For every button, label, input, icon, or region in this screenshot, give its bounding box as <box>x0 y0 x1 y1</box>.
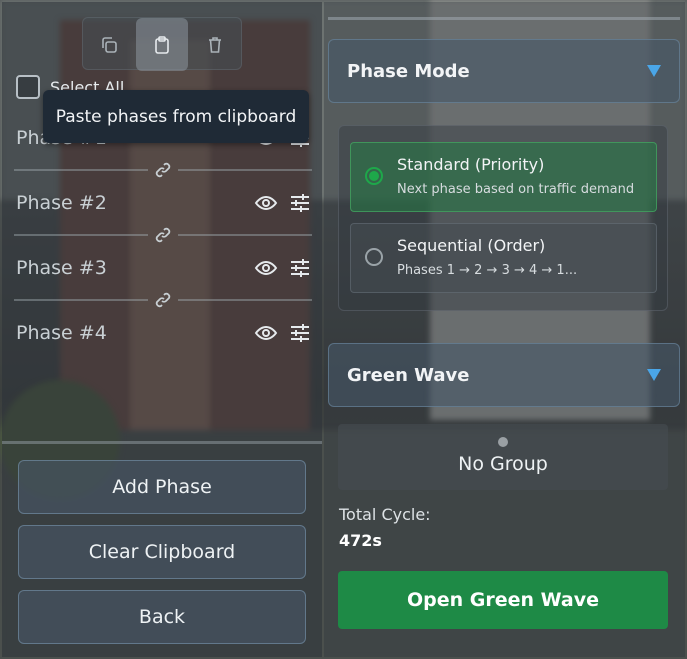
phase-link[interactable] <box>14 162 312 178</box>
paste-tooltip: Paste phases from clipboard <box>43 90 309 143</box>
divider <box>328 17 680 20</box>
caret-down-icon <box>647 369 661 381</box>
phase-row[interactable]: Phase #2 <box>16 188 312 218</box>
phase-label: Phase #3 <box>16 257 107 279</box>
radio-unselected[interactable] <box>365 248 383 266</box>
copy-button[interactable] <box>83 18 136 71</box>
sliders-icon[interactable] <box>288 191 312 215</box>
phase-row[interactable]: Phase #4 <box>16 318 312 348</box>
phase-link[interactable] <box>14 227 312 243</box>
phase-mode-options: Standard (Priority) Next phase based on … <box>338 125 668 311</box>
green-wave-title: Green Wave <box>347 364 470 386</box>
caret-down-icon <box>647 65 661 77</box>
total-cycle-label: Total Cycle: <box>339 505 431 524</box>
phase-mode-title: Phase Mode <box>347 60 470 82</box>
select-all-checkbox[interactable] <box>16 75 40 99</box>
status-dot-icon <box>498 437 508 447</box>
radio-selected[interactable] <box>365 167 383 185</box>
trash-icon <box>208 36 221 53</box>
delete-button[interactable] <box>188 18 241 71</box>
clear-clipboard-button[interactable]: Clear Clipboard <box>18 525 306 579</box>
phase-mode-dropdown[interactable]: Phase Mode <box>328 39 680 103</box>
clipboard-icon <box>155 35 169 54</box>
sliders-icon[interactable] <box>288 256 312 280</box>
option-sequential[interactable]: Sequential (Order) Phases 1 → 2 → 3 → 4 … <box>350 223 657 293</box>
copy-icon <box>102 36 118 53</box>
link-icon[interactable] <box>148 292 178 308</box>
paste-button[interactable] <box>135 18 189 71</box>
eye-icon[interactable] <box>254 321 278 345</box>
link-icon[interactable] <box>148 227 178 243</box>
phase-toolbar <box>82 17 242 71</box>
option-title: Sequential (Order) <box>397 236 546 255</box>
divider <box>2 441 322 444</box>
option-title: Standard (Priority) <box>397 155 545 174</box>
group-label: No Group <box>458 453 548 475</box>
option-standard[interactable]: Standard (Priority) Next phase based on … <box>350 142 657 212</box>
option-subtitle: Phases 1 → 2 → 3 → 4 → 1... <box>397 263 578 278</box>
eye-icon[interactable] <box>254 256 278 280</box>
total-cycle-value: 472s <box>339 531 382 550</box>
sliders-icon[interactable] <box>288 321 312 345</box>
phase-row[interactable]: Phase #3 <box>16 253 312 283</box>
phase-label: Phase #2 <box>16 192 107 214</box>
link-icon[interactable] <box>148 162 178 178</box>
open-green-wave-button[interactable]: Open Green Wave <box>338 571 668 629</box>
back-button[interactable]: Back <box>18 590 306 644</box>
group-selector[interactable]: No Group <box>338 424 668 490</box>
phase-label: Phase #4 <box>16 322 107 344</box>
green-wave-dropdown[interactable]: Green Wave <box>328 343 680 407</box>
option-subtitle: Next phase based on traffic demand <box>397 182 635 197</box>
add-phase-button[interactable]: Add Phase <box>18 460 306 514</box>
phase-link[interactable] <box>14 292 312 308</box>
eye-icon[interactable] <box>254 191 278 215</box>
